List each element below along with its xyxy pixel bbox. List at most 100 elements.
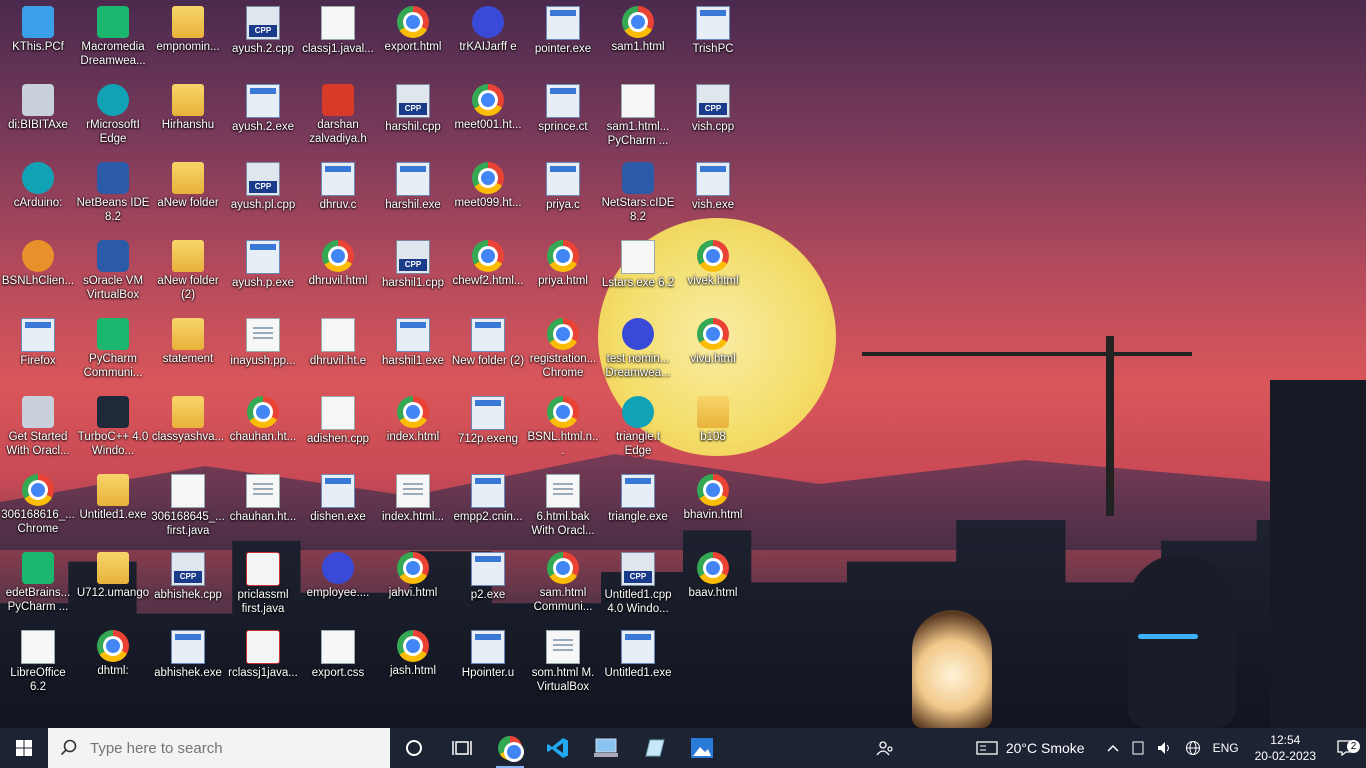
desktop-icon[interactable]: LibreOffice 6.2 <box>1 624 75 694</box>
desktop-icon[interactable]: cArduino: <box>1 156 75 210</box>
desktop-icon[interactable]: NetStars.cIDE 8.2 <box>601 156 675 224</box>
taskbar-computer[interactable] <box>582 728 630 768</box>
desktop-icon[interactable]: harshil1.cpp <box>376 234 450 290</box>
desktop-icon[interactable]: aNew folder <box>151 156 225 210</box>
desktop-icon[interactable]: rclassj1java... <box>226 624 300 680</box>
desktop-icon[interactable]: 712p.exeng <box>451 390 525 446</box>
desktop-icon[interactable]: Untitled1.exe <box>601 624 675 680</box>
desktop-icon[interactable]: priclassml first.java <box>226 546 300 616</box>
desktop-icon[interactable]: sam1.html <box>601 0 675 54</box>
desktop-icon[interactable]: vish.cpp <box>676 78 750 134</box>
desktop-icon[interactable]: edetBrains... PyCharm ... <box>1 546 75 614</box>
desktop-icon[interactable]: harshil1.exe <box>376 312 450 368</box>
desktop-icon[interactable]: abhishek.exe <box>151 624 225 680</box>
taskbar-notes[interactable] <box>630 728 678 768</box>
search-input[interactable] <box>88 738 372 758</box>
desktop-icon[interactable]: statement <box>151 312 225 366</box>
desktop-icon[interactable]: Untitled1.cpp 4.0 Windo... <box>601 546 675 616</box>
desktop-icon[interactable]: 6.html.bak With Oracl... <box>526 468 600 538</box>
desktop-icon[interactable]: Untitled1.exe <box>76 468 150 522</box>
desktop-icon[interactable]: 306168645_... first.java <box>151 468 225 538</box>
language-indicator[interactable]: ENG <box>1207 741 1245 755</box>
desktop-icon[interactable]: ayush.2.cpp <box>226 0 300 56</box>
desktop-icon[interactable]: export.html <box>376 0 450 54</box>
desktop-icon[interactable]: Hirhanshu <box>151 78 225 132</box>
desktop-icon[interactable]: baav.html <box>676 546 750 600</box>
desktop-icon[interactable]: export.css <box>301 624 375 680</box>
desktop-icon[interactable]: jash.html <box>376 624 450 678</box>
desktop-icon[interactable]: b108 <box>676 390 750 444</box>
desktop-icon[interactable]: vivek.html <box>676 234 750 288</box>
desktop-icon[interactable]: adishen.cpp <box>301 390 375 446</box>
desktop-icon[interactable]: dhruv.c <box>301 156 375 212</box>
taskbar-chrome[interactable] <box>486 728 534 768</box>
start-button[interactable] <box>0 728 48 768</box>
desktop-icon[interactable]: harshil.exe <box>376 156 450 212</box>
desktop-icon[interactable]: dhruvil.ht.e <box>301 312 375 368</box>
desktop-icon[interactable]: classj1.javal... <box>301 0 375 56</box>
desktop-icon[interactable]: dhtml: <box>76 624 150 678</box>
desktop-icon[interactable]: vish.exe <box>676 156 750 212</box>
desktop-icon[interactable]: 306168616_... Chrome <box>1 468 75 536</box>
desktop-icon[interactable]: employee.... <box>301 546 375 600</box>
clock[interactable]: 12:54 20-02-2023 <box>1245 732 1326 764</box>
volume-button[interactable] <box>1151 741 1179 755</box>
taskbar-search[interactable] <box>48 728 390 768</box>
desktop-icon[interactable]: inayush.pp... <box>226 312 300 368</box>
desktop-icon[interactable]: NetBeans IDE 8.2 <box>76 156 150 224</box>
desktop-icon[interactable]: TrishPC <box>676 0 750 56</box>
desktop-icon[interactable]: chauhan.ht... <box>226 390 300 444</box>
desktop-icon[interactable]: dhruvil.html <box>301 234 375 288</box>
desktop-icon[interactable]: aNew folder (2) <box>151 234 225 302</box>
desktop-icon[interactable]: abhishek.cpp <box>151 546 225 602</box>
taskbar-vscode[interactable] <box>534 728 582 768</box>
desktop-icon[interactable]: chauhan.ht... <box>226 468 300 524</box>
desktop-icon[interactable]: index.html <box>376 390 450 444</box>
desktop-icon[interactable]: PyCharm Communi... <box>76 312 150 380</box>
network-button[interactable] <box>1179 740 1207 756</box>
desktop-icon[interactable]: rMicrosoftI Edge <box>76 78 150 146</box>
meet-now-button[interactable] <box>1125 740 1151 756</box>
desktop-icon[interactable]: ayush.p.exe <box>226 234 300 290</box>
desktop-icon[interactable]: jahvi.html <box>376 546 450 600</box>
desktop-icon[interactable]: test nomin... Dreamwea... <box>601 312 675 380</box>
desktop-icon[interactable]: triangle.exe <box>601 468 675 524</box>
desktop-icon[interactable]: triangle.t Edge <box>601 390 675 458</box>
desktop-icon[interactable]: ayush.2.exe <box>226 78 300 134</box>
show-hidden-icons[interactable] <box>1101 744 1125 752</box>
desktop-icon[interactable]: bhavin.html <box>676 468 750 522</box>
desktop-icon[interactable]: sprince.ct <box>526 78 600 134</box>
desktop-icon[interactable]: Hpointer.u <box>451 624 525 680</box>
action-center-button[interactable]: 2 <box>1326 739 1366 757</box>
desktop-icon[interactable]: ayush.pl.cpp <box>226 156 300 212</box>
desktop-icon[interactable]: BSNL.html.n... <box>526 390 600 458</box>
desktop-icon[interactable]: registration... Chrome <box>526 312 600 380</box>
desktop-icon[interactable]: p2.exe <box>451 546 525 602</box>
desktop-icon[interactable]: sam1.html... PyCharm ... <box>601 78 675 148</box>
desktop-icon[interactable]: meet099.ht... <box>451 156 525 210</box>
desktop-icon[interactable]: pointer.exe <box>526 0 600 56</box>
people-button[interactable] <box>870 740 900 756</box>
weather-widget[interactable]: 20°C Smoke <box>970 740 1091 756</box>
desktop-icon[interactable]: dishen.exe <box>301 468 375 524</box>
desktop-icon[interactable]: KThis.PCf <box>1 0 75 54</box>
desktop-icon[interactable]: New folder (2) <box>451 312 525 368</box>
desktop-icon[interactable]: empp2.cnin... <box>451 468 525 524</box>
desktop-icon[interactable]: empnomin... <box>151 0 225 54</box>
desktop-icon[interactable]: Macromedia Dreamwea... <box>76 0 150 68</box>
desktop-icon[interactable]: darshan zalvadiya.h <box>301 78 375 146</box>
desktop-icon[interactable]: TurboC++ 4.0 Windo... <box>76 390 150 458</box>
desktop-icon[interactable]: Firefox <box>1 312 75 368</box>
desktop-icon[interactable]: priya.c <box>526 156 600 212</box>
desktop-icon[interactable]: index.html... <box>376 468 450 524</box>
taskbar-photos[interactable] <box>678 728 726 768</box>
desktop-icon[interactable]: sOracle VM VirtualBox <box>76 234 150 302</box>
desktop-icon[interactable]: di:BIBITAxe <box>1 78 75 132</box>
desktop-icon[interactable]: sam.html Communi... <box>526 546 600 614</box>
desktop-icon[interactable]: U712.umango <box>76 546 150 600</box>
desktop-icon[interactable]: classyashva... <box>151 390 225 444</box>
desktop-icon[interactable]: som.html M. VirtualBox <box>526 624 600 694</box>
desktop-icon[interactable]: trKAIJarff e <box>451 0 525 54</box>
desktop-icon[interactable]: vivu.html <box>676 312 750 366</box>
desktop-icon[interactable]: priya.html <box>526 234 600 288</box>
